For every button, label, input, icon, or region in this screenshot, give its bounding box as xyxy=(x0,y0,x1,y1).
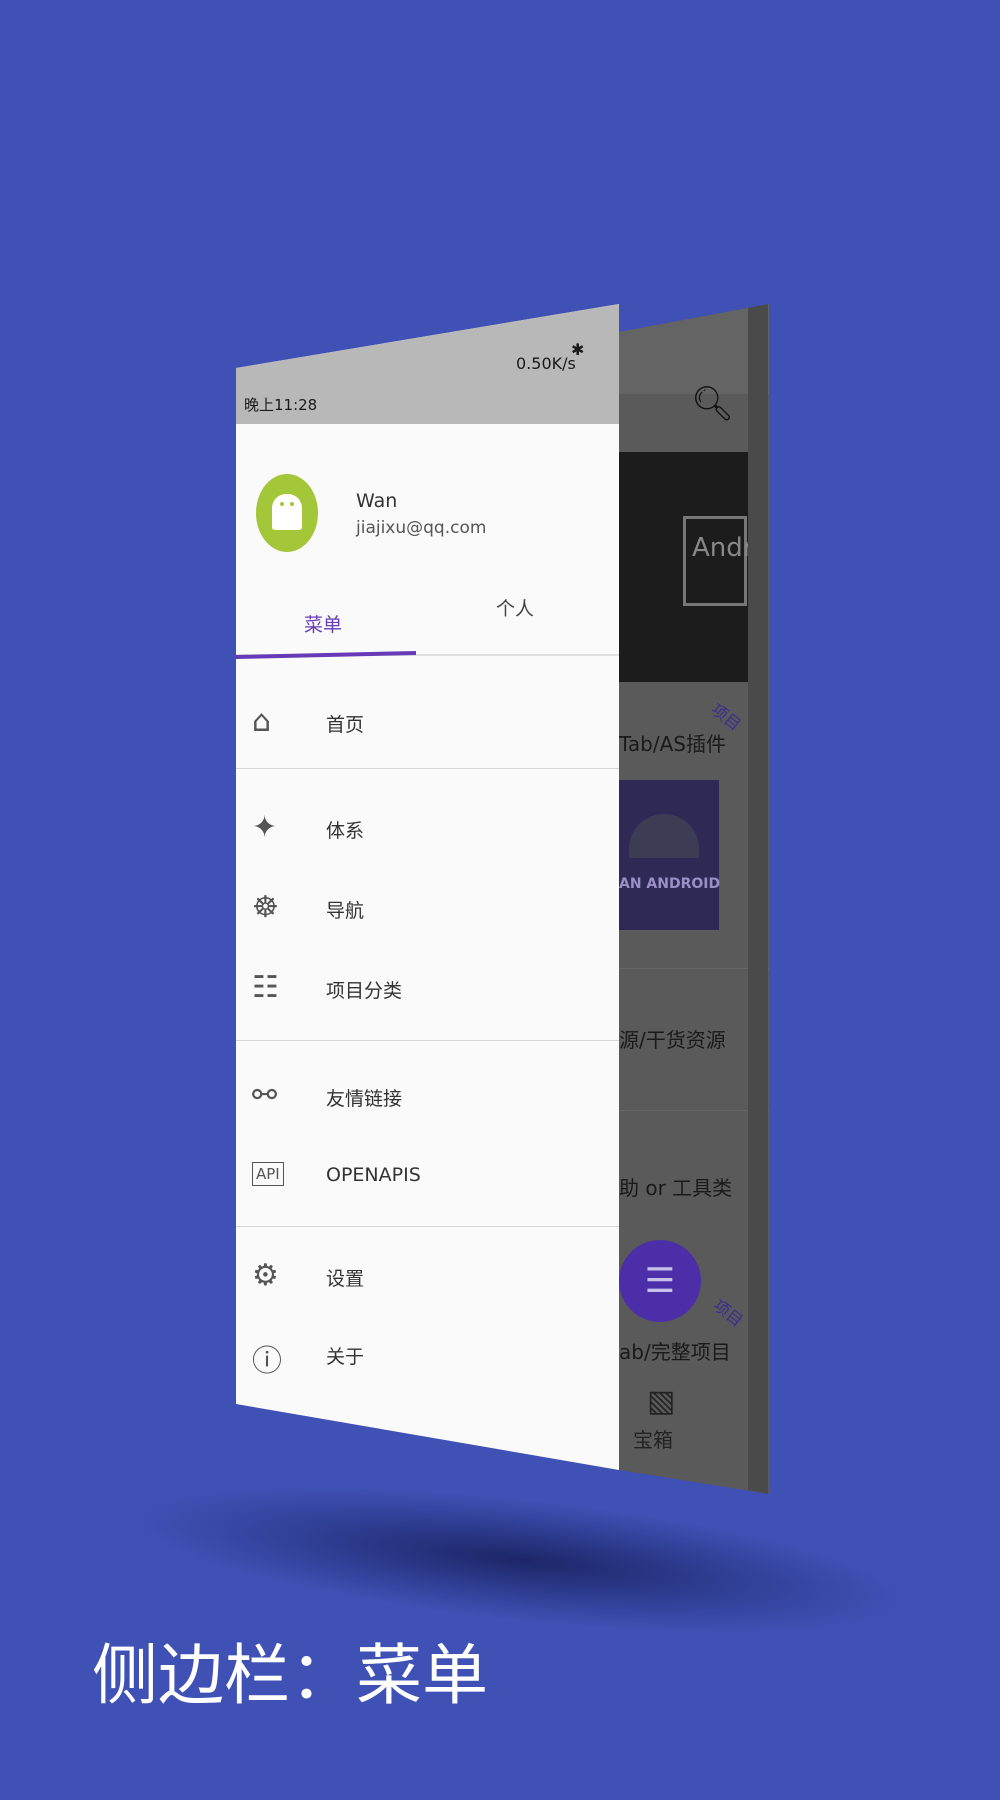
menu-item-project-category[interactable]: ☷ 项目分类 xyxy=(236,962,619,1032)
menu-item-label: 关于 xyxy=(326,1346,365,1368)
network-speed: 0.50K/s xyxy=(516,354,576,373)
navigation-drawer: 晚上11:28 0.50K/s ✱ Wan jiajixu@qq.com 菜单 … xyxy=(236,304,619,1470)
tab-menu[interactable]: 菜单 xyxy=(304,610,342,637)
menu-item-label: 首页 xyxy=(326,714,365,736)
hierarchy-icon: ☷ xyxy=(252,970,279,1005)
phone-edge xyxy=(748,304,768,1494)
article-thumbnail[interactable]: Andr xyxy=(619,452,753,682)
menu-item-home[interactable]: ⌂ 首页 xyxy=(236,696,619,766)
status-bar: 晚上11:28 0.50K/s ✱ xyxy=(236,304,619,432)
article-thumbnail[interactable]: AN ANDROID xyxy=(619,780,721,930)
menu-item-friend-links[interactable]: ⚯ 友情链接 xyxy=(236,1070,619,1140)
settings-icon: ⚙ xyxy=(252,1258,279,1293)
tab-personal[interactable]: 个人 xyxy=(496,594,534,621)
network-icon: ✦ xyxy=(252,810,278,845)
android-eye xyxy=(280,502,284,506)
article-title[interactable]: Tab/AS插件 xyxy=(619,728,726,757)
android-eye xyxy=(290,502,294,506)
article-title[interactable]: 源/干货资源 xyxy=(619,1024,726,1053)
checklist-icon: ☰ xyxy=(644,1261,676,1301)
list-divider xyxy=(619,1110,769,1111)
menu-item-about[interactable]: ⓘ 关于 xyxy=(236,1328,619,1398)
user-email: jiajixu@qq.com xyxy=(356,518,487,538)
api-icon: API xyxy=(252,1162,284,1186)
status-time: 晚上11:28 xyxy=(244,396,318,414)
gift-box-icon[interactable]: ▧ xyxy=(647,1384,675,1419)
list-divider xyxy=(619,968,769,969)
menu-divider xyxy=(236,768,619,769)
menu-item-openapis[interactable]: API OPENAPIS xyxy=(236,1150,619,1220)
thumbnail-text: Andr xyxy=(683,516,753,606)
android-icon xyxy=(629,814,699,858)
menu-item-label: OPENAPIS xyxy=(326,1164,421,1186)
info-icon: ⓘ xyxy=(252,1344,282,1379)
background-app: 🔍︎ Andr 项目 Tab/AS插件 AN ANDROID 源/干货资源 助 … xyxy=(619,304,769,1494)
menu-divider xyxy=(236,1226,619,1227)
menu-divider xyxy=(236,1040,619,1041)
search-icon[interactable]: 🔍︎ xyxy=(691,384,734,424)
bluetooth-icon: ✱ xyxy=(571,340,585,359)
bottom-nav-label[interactable]: 宝箱 xyxy=(633,1424,673,1453)
thumbnail-text: AN ANDROID xyxy=(619,876,721,892)
menu-item-settings[interactable]: ⚙ 设置 xyxy=(236,1250,619,1320)
phone-mockup: 🔍︎ Andr 项目 Tab/AS插件 AN ANDROID 源/干货资源 助 … xyxy=(0,0,1000,1800)
ship-wheel-icon: ☸ xyxy=(252,890,279,925)
android-icon xyxy=(272,494,302,530)
article-title[interactable]: ab/完整项目 xyxy=(619,1336,731,1365)
menu-item-label: 友情链接 xyxy=(326,1088,403,1110)
checklist-fab[interactable]: ☰ xyxy=(619,1240,701,1322)
menu-item-system[interactable]: ✦ 体系 xyxy=(236,802,619,872)
menu-item-label: 导航 xyxy=(326,900,365,922)
app-status-bar xyxy=(619,304,769,394)
project-tag: 项目 xyxy=(709,1295,747,1331)
menu-item-label: 设置 xyxy=(326,1268,365,1290)
user-name: Wan xyxy=(356,490,398,512)
article-title[interactable]: 助 or 工具类 xyxy=(619,1172,732,1201)
caption: 侧边栏：菜单 xyxy=(92,1637,488,1714)
link-icon: ⚯ xyxy=(252,1078,278,1113)
menu-item-label: 体系 xyxy=(326,820,365,842)
menu-item-label: 项目分类 xyxy=(326,980,403,1002)
menu-item-navigation[interactable]: ☸ 导航 xyxy=(236,882,619,952)
home-icon: ⌂ xyxy=(252,704,272,739)
avatar[interactable] xyxy=(256,474,318,552)
